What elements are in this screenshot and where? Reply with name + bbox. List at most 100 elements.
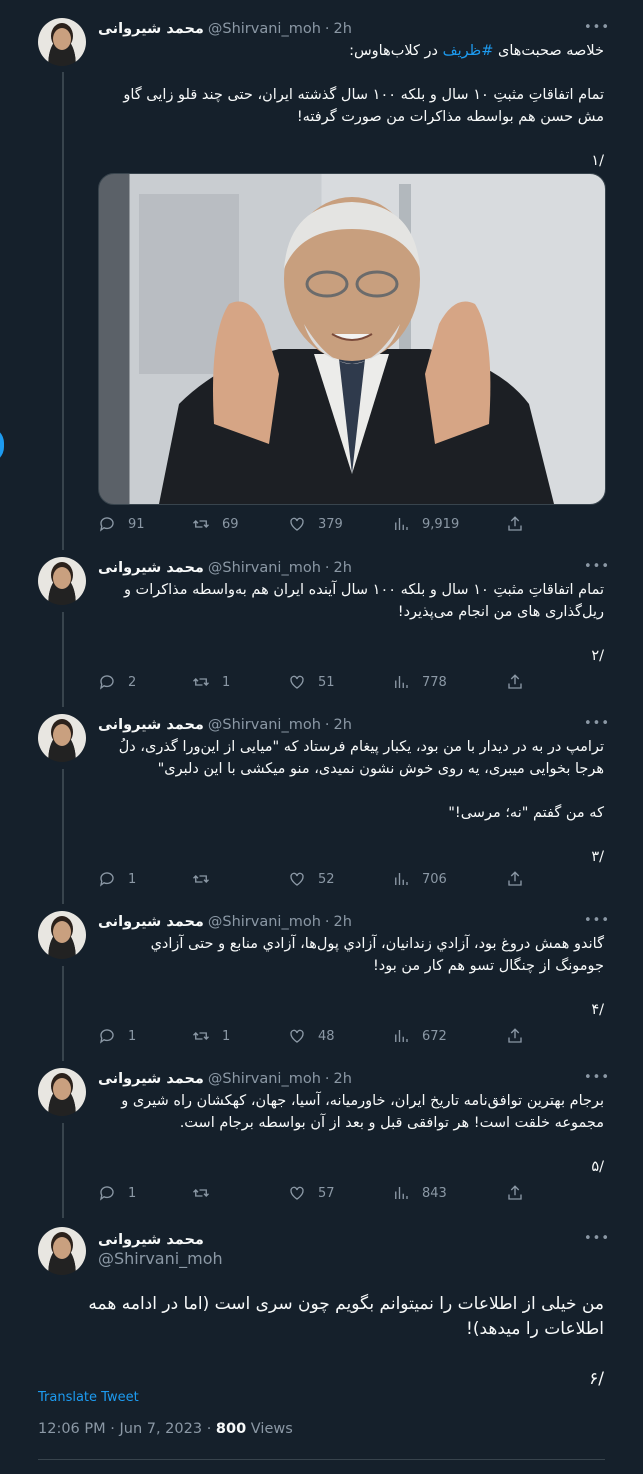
reply-icon	[99, 517, 114, 532]
display-name[interactable]: محمد شیروانی	[98, 560, 204, 576]
separator: ·	[324, 717, 330, 733]
more-icon[interactable]: •••	[584, 559, 610, 574]
hashtag-link[interactable]: #ظریف	[443, 43, 494, 59]
avatar[interactable]	[38, 911, 86, 959]
display-name[interactable]: محمد شیروانی	[98, 914, 204, 930]
tweet-header: محمد شیروانی	[98, 1229, 204, 1251]
separator: ·	[324, 914, 330, 930]
more-icon[interactable]: •••	[584, 716, 610, 731]
separator: ·	[324, 560, 330, 576]
thread-line-5	[62, 1123, 64, 1218]
timestamp[interactable]: 2h	[334, 914, 352, 930]
reply-button[interactable]: 2	[98, 673, 136, 691]
more-icon[interactable]: •••	[584, 913, 610, 928]
avatar[interactable]	[38, 557, 86, 605]
reply-icon	[99, 872, 114, 887]
views-button[interactable]: 706	[392, 870, 447, 888]
views-icon	[395, 873, 408, 885]
share-icon	[508, 674, 522, 689]
like-button[interactable]: 52	[288, 870, 335, 888]
views-label: Views	[246, 1421, 293, 1437]
separator: ·	[324, 1071, 330, 1087]
avatar[interactable]	[38, 1068, 86, 1116]
display-name[interactable]: محمد شیروانی	[98, 21, 204, 37]
retweet-button[interactable]: 69	[192, 515, 239, 533]
tweet-text-part: در کلاب‌هاوس: تمام اتفاقاتِ مثبتِ ۱۰ سال…	[123, 43, 604, 169]
tweet-header: محمد شیروانی @Shirvani_moh · 2h	[98, 557, 352, 579]
tweet-time[interactable]: 12:06 PM · Jun 7, 2023 ·	[38, 1421, 216, 1437]
display-name[interactable]: محمد شیروانی	[98, 717, 204, 733]
retweet-button[interactable]	[192, 870, 222, 888]
views-count: 706	[422, 871, 447, 887]
tweet-text: گاندو همش دروغ بود، آزادي زندانیان، آزاد…	[150, 936, 604, 1018]
tweet-text: من خیلی از اطلاعات را نمیتوانم بگویم چون…	[88, 1294, 604, 1389]
retweet-button[interactable]	[192, 1184, 222, 1202]
retweet-icon	[193, 520, 209, 528]
thread-line-3	[62, 769, 64, 904]
views-count: 778	[422, 674, 447, 690]
more-icon[interactable]: •••	[584, 1231, 610, 1246]
share-button[interactable]	[506, 1184, 524, 1202]
retweet-button[interactable]: 1	[192, 673, 230, 691]
avatar[interactable]	[38, 1227, 86, 1275]
share-button[interactable]	[506, 673, 524, 691]
thread-line-1	[62, 72, 64, 550]
tweet-text: تمام اتفاقاتِ مثبتِ ۱۰ سال و بلکه ۱۰۰ سا…	[123, 582, 604, 664]
views-button[interactable]: 778	[392, 673, 447, 691]
share-button[interactable]	[506, 515, 524, 533]
tweet-text: ترامپ در به در دیدار با من بود، یکبار پی…	[118, 739, 604, 865]
reply-button[interactable]: 1	[98, 870, 136, 888]
like-icon	[290, 675, 304, 689]
retweet-icon	[193, 1032, 209, 1040]
share-button[interactable]	[506, 1027, 524, 1045]
handle[interactable]: @Shirvani_moh	[208, 21, 321, 37]
handle[interactable]: @Shirvani_moh	[208, 1071, 321, 1087]
like-button[interactable]: 48	[288, 1027, 335, 1045]
like-button[interactable]: 51	[288, 673, 335, 691]
handle[interactable]: @Shirvani_moh	[208, 717, 321, 733]
tweet-metadata: 12:06 PM · Jun 7, 2023 · 800 Views	[38, 1421, 293, 1437]
timestamp[interactable]: 2h	[334, 717, 352, 733]
handle[interactable]: @Shirvani_moh	[208, 914, 321, 930]
tweet-header: محمد شیروانی @Shirvani_moh · 2h	[98, 1068, 352, 1090]
like-button[interactable]: 57	[288, 1184, 335, 1202]
like-icon	[290, 517, 304, 531]
reply-button[interactable]: 1	[98, 1184, 136, 1202]
display-name[interactable]: محمد شیروانی	[98, 1071, 204, 1087]
retweet-count: 1	[222, 1028, 231, 1044]
like-count: 57	[318, 1185, 335, 1201]
retweet-count: 69	[222, 516, 239, 532]
reply-count: 91	[128, 516, 145, 532]
tweet-header: محمد شیروانی @Shirvani_moh · 2h	[98, 714, 352, 736]
views-button[interactable]: 843	[392, 1184, 447, 1202]
avatar[interactable]	[38, 714, 86, 762]
timestamp[interactable]: 2h	[334, 1071, 352, 1087]
timestamp[interactable]: 2h	[334, 21, 352, 37]
like-button[interactable]: 379	[288, 515, 343, 533]
timestamp[interactable]: 2h	[334, 560, 352, 576]
share-button[interactable]	[506, 870, 524, 888]
separator: ·	[324, 21, 330, 37]
like-icon	[290, 872, 304, 886]
retweet-button[interactable]: 1	[192, 1027, 230, 1045]
like-count: 52	[318, 871, 335, 887]
more-icon[interactable]: •••	[584, 1070, 610, 1085]
views-button[interactable]: 9,919	[392, 515, 459, 533]
display-name[interactable]: محمد شیروانی	[98, 1232, 204, 1248]
share-icon	[508, 871, 522, 886]
tweet-photo[interactable]	[98, 173, 606, 505]
views-icon	[395, 1030, 408, 1042]
reply-icon	[99, 675, 114, 690]
views-button[interactable]: 672	[392, 1027, 447, 1045]
scroll-indicator	[0, 427, 4, 463]
reply-button[interactable]: 91	[98, 515, 145, 533]
like-count: 48	[318, 1028, 335, 1044]
handle[interactable]: @Shirvani_moh	[208, 560, 321, 576]
reply-button[interactable]: 1	[98, 1027, 136, 1045]
avatar[interactable]	[38, 18, 86, 66]
more-icon[interactable]: •••	[584, 20, 610, 35]
handle[interactable]: @Shirvani_moh	[98, 1249, 223, 1268]
translate-tweet-link[interactable]: Translate Tweet	[38, 1390, 139, 1405]
tweet-text: خلاصه صحبت‌های #ظریف در کلاب‌هاوس: تمام …	[98, 40, 604, 172]
thread-line-4	[62, 966, 64, 1061]
